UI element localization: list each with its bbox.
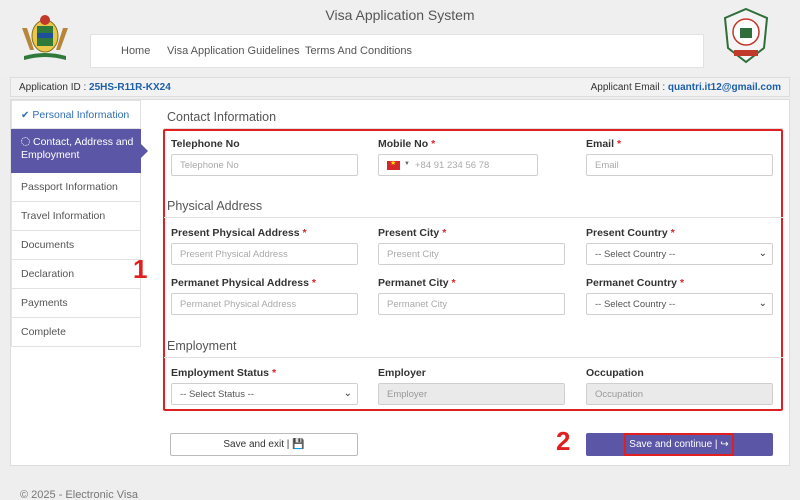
present-country-select[interactable]: -- Select Country -- ⌄	[586, 243, 773, 265]
step-payments[interactable]: Payments	[11, 289, 141, 318]
present-country-value: -- Select Country --	[595, 249, 676, 260]
present-country-label: Present Country *	[586, 227, 675, 239]
section-title-employment: Employment	[167, 339, 237, 353]
present-address-label-text: Present Physical Address	[171, 227, 300, 239]
required-marker: *	[311, 277, 316, 289]
section-divider	[164, 217, 783, 218]
required-marker: *	[271, 367, 277, 379]
vietnam-flag-icon[interactable]	[387, 159, 400, 170]
applicant-email-value: quantri.it12@gmail.com	[667, 82, 781, 93]
step-personal-information[interactable]: ✔ Personal Information	[11, 100, 141, 129]
save-and-exit-button[interactable]: Save and exit | 💾	[170, 433, 358, 456]
mobile-label-text: Mobile No	[378, 138, 429, 150]
present-address-label: Present Physical Address *	[171, 227, 307, 239]
nav-visa-guidelines[interactable]: Visa Application Guidelines	[167, 45, 300, 57]
permanent-address-input[interactable]: Permanet Physical Address	[171, 293, 358, 315]
present-country-label-text: Present Country	[586, 227, 668, 239]
step-complete[interactable]: Complete	[11, 318, 141, 347]
share-forward-icon: ↪	[720, 439, 729, 450]
top-navigation: Home Visa Application Guidelines Terms A…	[90, 34, 704, 68]
required-marker: *	[431, 138, 436, 150]
country-caret-icon[interactable]: ▼	[404, 161, 410, 167]
applicant-email-label: Applicant Email :	[590, 82, 666, 93]
required-marker: *	[679, 277, 685, 289]
employment-status-label: Employment Status *	[171, 367, 276, 379]
telephone-input[interactable]: Telephone No	[171, 154, 358, 176]
permanent-address-label-text: Permanet Physical Address	[171, 277, 309, 289]
mobile-placeholder: +84 91 234 56 78	[415, 160, 490, 171]
chevron-down-icon: ⌄	[343, 388, 352, 399]
application-info-bar: Application ID : 25HS-R11R-KX24 Applican…	[10, 77, 790, 97]
immigration-badge-logo	[723, 7, 769, 64]
permanent-country-label-text: Permanet Country	[586, 277, 678, 289]
application-id-value: 25HS-R11R-KX24	[89, 82, 171, 93]
section-divider	[164, 357, 783, 358]
required-marker: *	[451, 277, 456, 289]
employer-label: Employer	[378, 367, 426, 379]
step-passport-information[interactable]: Passport Information	[11, 173, 141, 202]
step-travel-information[interactable]: Travel Information	[11, 202, 141, 231]
email-input[interactable]: Email	[586, 154, 773, 176]
permanent-country-label: Permanet Country *	[586, 277, 684, 289]
section-title-address: Physical Address	[167, 199, 263, 213]
step-label: Personal Information	[32, 109, 130, 121]
employer-input[interactable]: Employer	[378, 383, 565, 405]
employment-status-label-text: Employment Status	[171, 367, 270, 379]
required-marker: *	[442, 227, 447, 239]
step-label: Contact, Address and Employment	[21, 136, 134, 161]
save-and-continue-button[interactable]: Save and continue | ↪	[586, 433, 773, 456]
check-icon: ✔	[21, 110, 30, 121]
present-city-input[interactable]: Present City	[378, 243, 565, 265]
save-and-continue-highlight[interactable]: Save and continue | ↪	[624, 433, 734, 456]
mobile-label: Mobile No *	[378, 138, 435, 150]
telephone-label: Telephone No	[171, 138, 240, 150]
nav-terms[interactable]: Terms And Conditions	[305, 45, 412, 57]
step-declaration[interactable]: Declaration	[11, 260, 141, 289]
required-marker: *	[302, 227, 307, 239]
permanent-country-select[interactable]: -- Select Country -- ⌄	[586, 293, 773, 315]
nav-home[interactable]: Home	[121, 45, 150, 57]
application-id: Application ID : 25HS-R11R-KX24	[19, 82, 171, 93]
save-and-exit-label: Save and exit |	[223, 439, 290, 450]
application-id-label: Application ID :	[19, 82, 87, 93]
callout-number-2: 2	[556, 426, 571, 456]
permanent-city-label-text: Permanet City	[378, 277, 449, 289]
present-address-input[interactable]: Present Physical Address	[171, 243, 358, 265]
callout-number-1: 1	[133, 254, 148, 284]
employment-status-select[interactable]: -- Select Status -- ⌄	[171, 383, 358, 405]
permanent-country-value: -- Select Country --	[595, 299, 676, 310]
footer-copyright: © 2025 - Electronic Visa	[20, 489, 138, 500]
present-city-label-text: Present City	[378, 227, 440, 239]
required-marker: *	[670, 227, 675, 239]
chevron-down-icon: ⌄	[758, 298, 767, 309]
step-contact-address-employment[interactable]: Contact, Address and Employment	[11, 129, 148, 173]
permanent-address-label: Permanet Physical Address *	[171, 277, 316, 289]
chevron-down-icon: ⌄	[758, 248, 767, 259]
spinner-icon	[21, 137, 30, 146]
present-city-label: Present City *	[378, 227, 446, 239]
save-and-continue-label: Save and continue |	[629, 439, 718, 450]
header: Visa Application System Home Visa Applic…	[0, 0, 800, 76]
app-title: Visa Application System	[325, 7, 475, 23]
steps-sidebar: ✔ Personal Information Contact, Address a…	[11, 100, 148, 347]
employment-status-value: -- Select Status --	[180, 389, 254, 400]
mobile-input[interactable]: ▼ +84 91 234 56 78	[378, 154, 538, 176]
floppy-disk-icon: 💾	[292, 439, 305, 450]
permanent-city-label: Permanet City *	[378, 277, 456, 289]
occupation-input[interactable]: Occupation	[586, 383, 773, 405]
step-documents[interactable]: Documents	[11, 231, 141, 260]
permanent-city-input[interactable]: Permanet City	[378, 293, 565, 315]
email-label: Email *	[586, 138, 621, 150]
email-label-text: Email	[586, 138, 615, 150]
required-marker: *	[616, 138, 622, 150]
applicant-email: Applicant Email : quantri.it12@gmail.com	[591, 82, 781, 93]
occupation-label: Occupation	[586, 367, 644, 379]
section-title-contact: Contact Information	[167, 110, 277, 124]
